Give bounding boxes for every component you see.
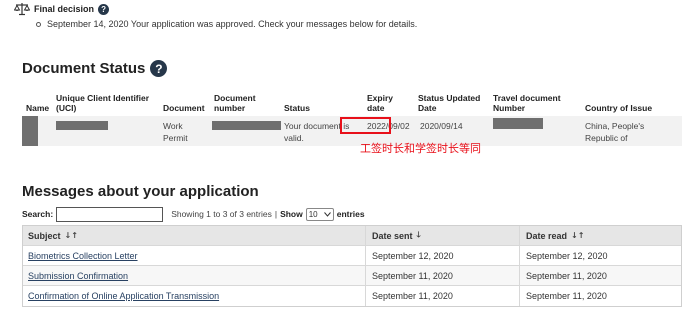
header-name: Name: [26, 103, 50, 113]
subject-cell: Submission Confirmation: [23, 266, 366, 285]
header-updated-line1: Status Updated: [418, 93, 481, 103]
table-row: Submission Confirmation September 11, 20…: [23, 266, 681, 286]
column-date-sent[interactable]: Date sent 🡓: [366, 226, 520, 245]
entries-info: Showing 1 to 3 of 3 entries: [171, 209, 272, 219]
date-sent-cell: September 11, 2020: [366, 286, 520, 306]
redacted-name: [22, 116, 38, 146]
header-travel-line2: Number: [493, 103, 526, 113]
separator: |: [274, 209, 278, 219]
document-status-title: Document Status ?: [22, 60, 168, 77]
messages-table: Subject ↓↑ Date sent 🡓 Date read ↓↑ Biom…: [22, 225, 682, 307]
help-icon[interactable]: ?: [150, 60, 168, 77]
show-label: Show: [280, 209, 303, 219]
column-date-sent-label: Date sent: [372, 230, 413, 241]
redacted-uci: [56, 121, 108, 130]
final-decision-title: Final decision: [34, 4, 95, 14]
redacted-document-number: [212, 121, 281, 130]
column-subject[interactable]: Subject ↓↑: [23, 226, 366, 245]
header-expiry: Expiry date: [367, 93, 393, 113]
date-read-cell: September 11, 2020: [526, 270, 607, 281]
search-label: Search:: [22, 209, 54, 219]
subject-cell: Confirmation of Online Application Trans…: [23, 286, 366, 306]
messages-title: Messages about your application: [22, 183, 259, 200]
status-updated-date: 2020/09/14: [420, 121, 463, 131]
message-link[interactable]: Biometrics Collection Letter: [28, 251, 138, 261]
column-date-read[interactable]: Date read ↓↑: [520, 226, 681, 245]
header-travel-line1: Travel document: [493, 93, 561, 103]
expiry-highlight-box: [340, 117, 391, 134]
sort-icon: ↓↑: [571, 231, 585, 240]
header-number-line1: Document: [214, 93, 256, 103]
document-status-heading: Document Status: [22, 60, 146, 77]
subject-cell: Biometrics Collection Letter: [23, 246, 366, 265]
header-status: Status: [284, 103, 310, 113]
header-expiry-line1: Expiry: [367, 93, 393, 103]
header-number-line2: number: [214, 103, 246, 113]
messages-header-row: Subject ↓↑ Date sent 🡓 Date read ↓↑: [23, 226, 681, 246]
document-type-line2: Permit: [163, 133, 188, 143]
date-sent-cell: September 11, 2020: [366, 266, 520, 285]
column-subject-label: Subject: [28, 230, 61, 241]
column-date-read-label: Date read: [526, 230, 568, 241]
header-document: Document: [163, 103, 205, 113]
country-line1: China, People's: [585, 121, 645, 131]
sort-icon: ↓↑: [64, 231, 78, 240]
document-status-table: Name Unique Client Identifier (UCI) Docu…: [22, 85, 682, 146]
date-read-cell: September 12, 2020: [526, 250, 608, 261]
header-updated-line2: Date: [418, 103, 437, 113]
document-type-line1: Work: [163, 121, 183, 131]
header-uci-line2: (UCI): [56, 103, 77, 113]
help-icon[interactable]: ?: [98, 3, 110, 15]
header-uci-line1: Unique Client Identifier: [56, 93, 150, 103]
final-decision-section: Final decision ? September 14, 2020 Your…: [13, 2, 674, 29]
chevron-down-icon: [323, 210, 331, 219]
bullet-icon: [36, 21, 41, 27]
annotation-text: 工签时长和学签时长等同: [360, 142, 481, 155]
scale-icon: [13, 2, 31, 16]
final-decision-list: September 14, 2020 Your application was …: [14, 19, 674, 29]
table-row: Confirmation of Online Application Trans…: [23, 286, 681, 306]
entries-label: entries: [336, 209, 365, 219]
redacted-travel-document: [493, 118, 543, 129]
entries-select-value: 10: [308, 209, 318, 219]
header-document-number: Document number: [214, 93, 256, 113]
document-type: Work Permit: [163, 120, 188, 144]
entries-select[interactable]: 10: [305, 207, 334, 221]
country-line2: Republic of: [585, 133, 628, 143]
header-uci: Unique Client Identifier (UCI): [56, 93, 149, 113]
table-row: Biometrics Collection Letter September 1…: [23, 246, 681, 266]
messages-controls: Search: Showing 1 to 3 of 3 entries | Sh…: [22, 206, 365, 222]
final-decision-text: September 14, 2020 Your application was …: [47, 19, 418, 29]
header-country: Country of Issue: [585, 103, 653, 113]
header-status-updated: Status Updated Date: [418, 93, 480, 113]
document-status-header: Name Unique Client Identifier (UCI) Docu…: [22, 85, 682, 115]
header-expiry-line2: date: [367, 103, 385, 113]
header-travel-document: Travel document Number: [493, 93, 561, 113]
date-sent-cell: September 12, 2020: [366, 246, 520, 265]
message-link[interactable]: Confirmation of Online Application Trans…: [28, 291, 219, 301]
search-input[interactable]: [56, 206, 164, 222]
country-of-issue: China, People's Republic of: [585, 120, 644, 144]
date-read-cell: September 11, 2020: [526, 291, 607, 301]
sort-descending-icon: 🡓: [416, 229, 421, 239]
message-link[interactable]: Submission Confirmation: [28, 271, 128, 281]
